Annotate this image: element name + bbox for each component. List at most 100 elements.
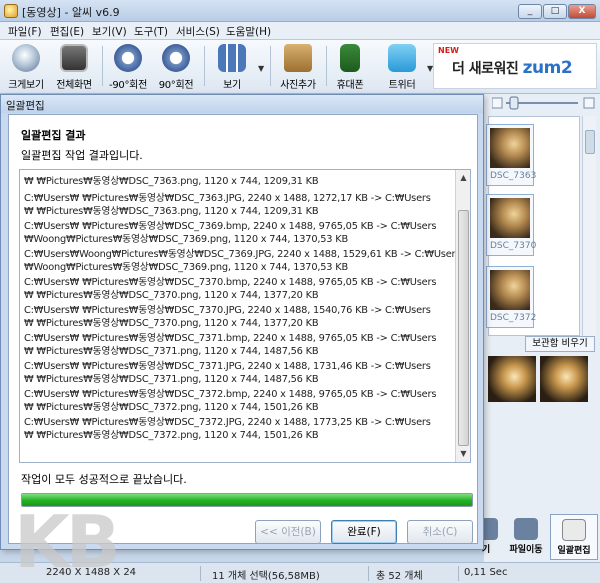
zoom-in-icon: [583, 97, 595, 109]
view-button[interactable]: 보기: [208, 42, 256, 92]
phone-label: 휴대폰: [336, 80, 364, 91]
cancel-button[interactable]: 취소(C): [407, 520, 473, 544]
phone-icon: [340, 44, 360, 72]
zoom-slider[interactable]: [492, 96, 596, 110]
menu-edit[interactable]: 편집(E): [50, 24, 84, 39]
grid-view-icon: [218, 44, 246, 72]
status-total: 총 52 개체: [376, 571, 423, 582]
log-line: ₩ ₩Pictures₩동영상₩DSC_7363.png, 1120 x 744…: [24, 176, 319, 187]
minimize-button[interactable]: _: [518, 4, 542, 19]
scroll-up-icon[interactable]: ▲: [456, 170, 470, 185]
close-button[interactable]: X: [568, 4, 596, 19]
magnify-view-button[interactable]: 크게보기: [2, 42, 50, 92]
rotate-left-button[interactable]: -90°회전: [104, 42, 152, 92]
app-icon: [4, 4, 18, 18]
rotate-right-icon: [162, 44, 190, 72]
thumbnail-image: [490, 198, 530, 238]
batch-edit-icon: [562, 519, 586, 541]
thumbnail-item[interactable]: DSC_7370: [486, 194, 537, 256]
status-separator: [368, 566, 369, 581]
rotate-right-button[interactable]: 90°회전: [152, 42, 200, 92]
result-log[interactable]: ₩ ₩Pictures₩동영상₩DSC_7363.png, 1120 x 744…: [19, 169, 471, 463]
rotate-left-icon: [114, 44, 142, 72]
zum-ad-banner[interactable]: NEW 더 새로워진 zum2: [433, 43, 597, 89]
file-move-button[interactable]: 파일이동: [502, 514, 550, 560]
log-line: C:₩Users₩ ₩Pictures₩동영상₩DSC_7371.bmp, 22…: [24, 333, 437, 344]
maximize-button[interactable]: □: [543, 4, 567, 19]
scrollbar-thumb[interactable]: [585, 130, 595, 154]
log-line: C:₩Users₩ ₩Pictures₩동영상₩DSC_7372.JPG, 22…: [24, 417, 431, 428]
ad-new-badge: NEW: [438, 46, 459, 55]
toolbar-separator: [270, 46, 271, 86]
completion-message: 작업이 모두 성공적으로 끝났습니다.: [21, 473, 187, 486]
log-line: ₩ ₩Pictures₩동영상₩DSC_7371.png, 1120 x 744…: [24, 374, 319, 385]
magnify-view-label: 크게보기: [8, 80, 44, 91]
scrollbar-thumb[interactable]: [458, 210, 469, 446]
empty-tray-button[interactable]: 보관함 비우기: [525, 336, 595, 352]
dialog-description: 일괄편집 작업 결과입니다.: [21, 149, 143, 162]
log-line: C:₩Users₩ ₩Pictures₩동영상₩DSC_7371.JPG, 22…: [24, 361, 431, 372]
ad-tagline: 더 새로워진: [452, 61, 519, 77]
thumbnail-item[interactable]: DSC_7372: [486, 266, 536, 328]
ad-text: 더 새로워진 zum2: [452, 58, 573, 78]
log-line: ₩ ₩Pictures₩동영상₩DSC_7372.png, 1120 x 744…: [24, 402, 319, 413]
status-separator: [200, 566, 201, 581]
tray-photo[interactable]: [488, 356, 536, 402]
menu-view[interactable]: 보기(V): [92, 24, 127, 39]
rotate-right-label: 90°회전: [158, 80, 194, 91]
menu-tools[interactable]: 도구(T): [134, 24, 168, 39]
tray-photo[interactable]: [540, 356, 588, 402]
log-line: ₩ ₩Pictures₩동영상₩DSC_7372.png, 1120 x 744…: [24, 430, 319, 441]
finish-button[interactable]: 완료(F): [331, 520, 397, 544]
log-line: ₩ ₩Pictures₩동영상₩DSC_7371.png, 1120 x 744…: [24, 346, 319, 357]
log-line: ₩Woong₩Pictures₩동영상₩DSC_7369.png, 1120 x…: [24, 262, 348, 273]
log-scrollbar[interactable]: ▲ ▼: [455, 170, 470, 462]
menu-service[interactable]: 서비스(S): [176, 24, 220, 39]
thumbnail-caption: DSC_7363: [490, 171, 537, 181]
menu-file[interactable]: 파일(F): [8, 24, 42, 39]
batch-edit-button[interactable]: 일괄편집: [550, 514, 598, 560]
rotate-left-label: -90°회전: [109, 80, 147, 91]
thumbnail-caption: DSC_7370: [490, 241, 537, 251]
fullscreen-button[interactable]: 전체화면: [50, 42, 98, 92]
toolbar-separator: [102, 46, 103, 86]
fullscreen-label: 전체화면: [56, 80, 92, 91]
twitter-button[interactable]: 트위터: [378, 42, 426, 92]
dialog-heading: 일괄편집 결과: [21, 129, 86, 142]
log-line: C:₩Users₩Woong₩Pictures₩동영상₩DSC_7369.JPG…: [24, 249, 461, 260]
log-line: C:₩Users₩ ₩Pictures₩동영상₩DSC_7372.bmp, 22…: [24, 389, 437, 400]
log-line: ₩Woong₩Pictures₩동영상₩DSC_7369.png, 1120 x…: [24, 234, 348, 245]
batch-edit-label: 일괄편집: [557, 546, 591, 556]
view-dropdown-arrow-icon[interactable]: ▼: [258, 64, 264, 73]
film-fullscreen-icon: [60, 44, 88, 72]
menu-help[interactable]: 도움말(H): [226, 24, 271, 39]
view-label: 보기: [223, 80, 241, 91]
add-photo-button[interactable]: 사진추가: [274, 42, 322, 92]
dialog-body: 일괄편집 결과 일괄편집 작업 결과입니다. ₩ ₩Pictures₩동영상₩D…: [8, 114, 478, 544]
ad-brand: zum: [522, 58, 562, 78]
thumbnail-image: [490, 128, 530, 168]
thumbnail-image: [490, 270, 530, 310]
thumbnail-scrollbar[interactable]: [582, 116, 596, 336]
twitter-label: 트위터: [388, 80, 416, 91]
previous-button[interactable]: << 이전(B): [255, 520, 321, 544]
log-line: C:₩Users₩ ₩Pictures₩동영상₩DSC_7370.JPG, 22…: [24, 305, 431, 316]
scroll-down-icon[interactable]: ▼: [456, 446, 470, 461]
batch-edit-dialog: 일괄편집 일괄편집 결과 일괄편집 작업 결과입니다. ₩ ₩Pictures₩…: [0, 94, 484, 550]
toolbar-separator: [204, 46, 205, 86]
log-line: ₩ ₩Pictures₩동영상₩DSC_7370.png, 1120 x 744…: [24, 290, 319, 301]
log-line: C:₩Users₩ ₩Pictures₩동영상₩DSC_7369.bmp, 22…: [24, 221, 437, 232]
magnify-view-icon: [12, 44, 40, 72]
zoom-out-icon: [492, 97, 503, 109]
log-line: C:₩Users₩ ₩Pictures₩동영상₩DSC_7363.JPG, 22…: [24, 193, 431, 204]
file-move-icon: [514, 518, 538, 540]
phone-button[interactable]: 휴대폰: [326, 42, 374, 92]
thumbnail-item[interactable]: DSC_7363: [486, 124, 537, 186]
file-move-label: 파일이동: [509, 545, 543, 555]
menu-bar: 파일(F) 편집(E) 보기(V) 도구(T) 서비스(S) 도움말(H): [0, 22, 600, 40]
ad-suffix: 2: [560, 58, 573, 78]
watermark-logo: KB: [14, 500, 121, 583]
window-title: [동영상] - 알씨 v6.9: [22, 6, 120, 19]
zoom-handle: [509, 96, 519, 110]
dialog-title: 일괄편집: [1, 95, 483, 113]
